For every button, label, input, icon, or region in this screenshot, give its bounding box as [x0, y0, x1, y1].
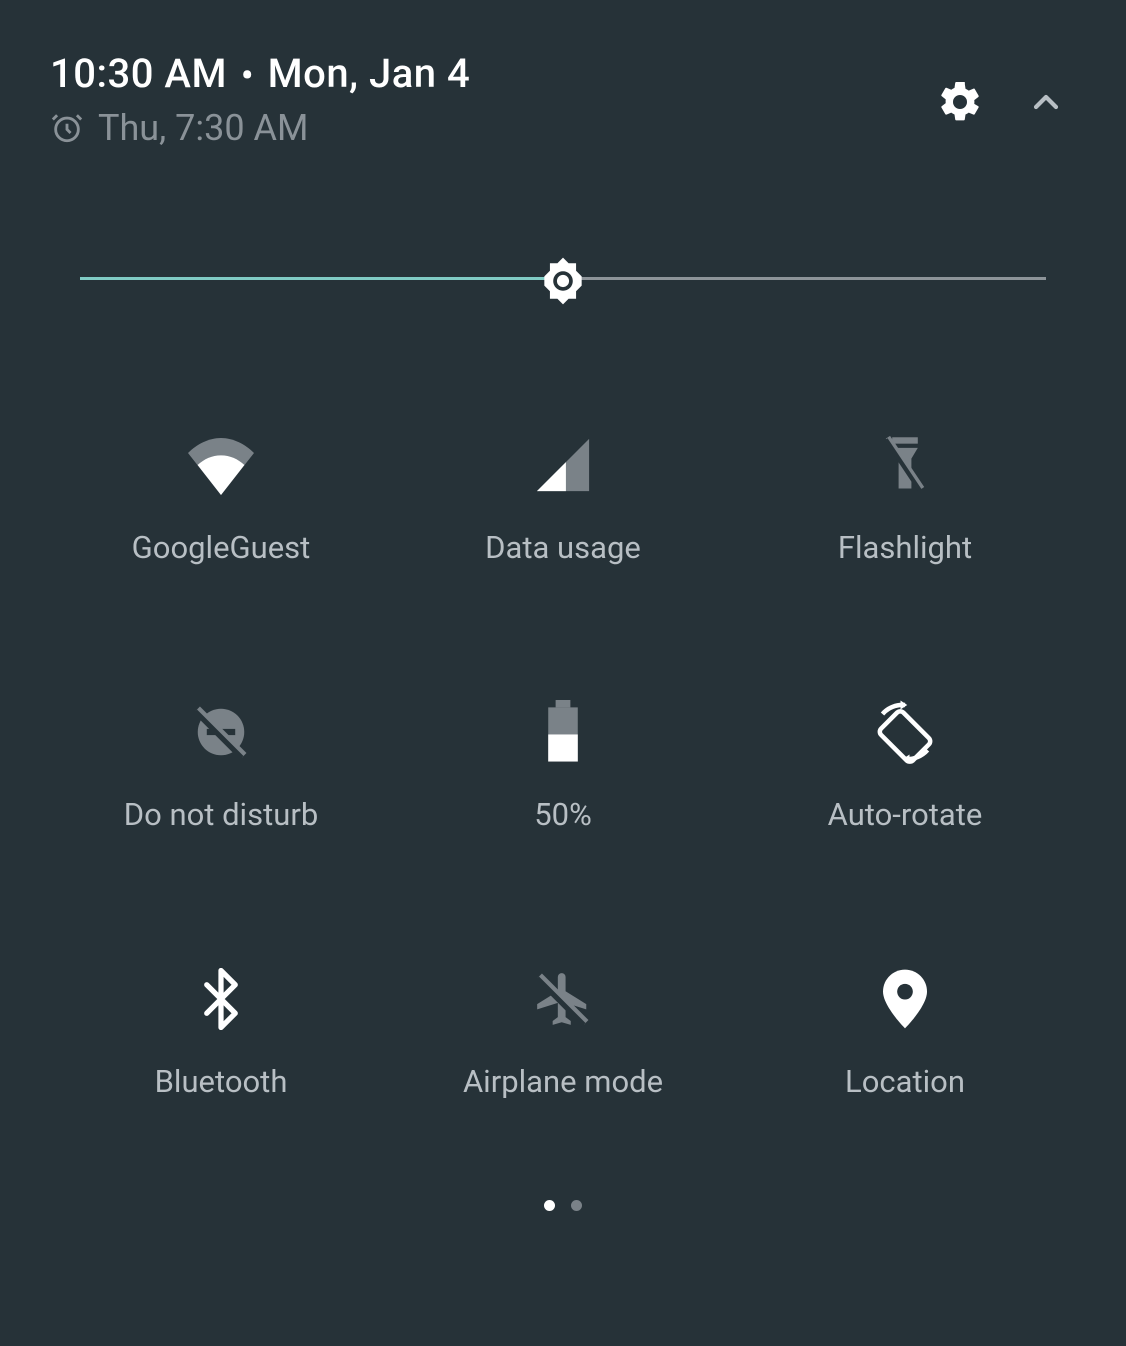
tile-location-label: Location [845, 1063, 965, 1100]
battery-icon [527, 696, 599, 768]
tile-data-usage-label: Data usage [485, 529, 641, 566]
signal-icon [527, 429, 599, 501]
gear-icon [936, 78, 984, 126]
tile-data-usage[interactable]: Data usage [392, 429, 734, 566]
qs-header: 10:30 AM • Mon, Jan 4 Thu, 7:30 AM [50, 50, 1076, 149]
tile-location[interactable]: Location [734, 963, 1076, 1100]
chevron-up-icon [1026, 82, 1066, 122]
tile-auto-rotate[interactable]: Auto-rotate [734, 696, 1076, 833]
flashlight-off-icon [869, 429, 941, 501]
tile-flashlight-label: Flashlight [838, 529, 972, 566]
tile-auto-rotate-label: Auto-rotate [828, 796, 983, 833]
tile-battery-label: 50% [534, 796, 592, 833]
next-alarm[interactable]: Thu, 7:30 AM [50, 107, 470, 149]
dnd-off-icon [185, 696, 257, 768]
header-actions [894, 78, 1066, 126]
tiles-grid: GoogleGuest Data usage Flashlight [50, 429, 1076, 1100]
tile-flashlight[interactable]: Flashlight [734, 429, 1076, 566]
quick-settings-panel: 10:30 AM • Mon, Jan 4 Thu, 7:30 AM [0, 0, 1126, 1346]
settings-button[interactable] [936, 78, 984, 126]
tile-dnd[interactable]: Do not disturb [50, 696, 392, 833]
tile-battery[interactable]: 50% [392, 696, 734, 833]
location-icon [869, 963, 941, 1035]
next-alarm-label: Thu, 7:30 AM [98, 107, 308, 149]
tile-bluetooth[interactable]: Bluetooth [50, 963, 392, 1100]
airplane-off-icon [527, 963, 599, 1035]
tile-airplane-label: Airplane mode [463, 1063, 663, 1100]
time-date-row[interactable]: 10:30 AM • Mon, Jan 4 [50, 50, 470, 97]
date-label: Mon, Jan 4 [268, 50, 471, 97]
bluetooth-icon [185, 963, 257, 1035]
tile-wifi[interactable]: GoogleGuest [50, 429, 392, 566]
dot-separator: • [241, 56, 254, 96]
clock-time: 10:30 AM [50, 50, 227, 97]
tile-wifi-label: GoogleGuest [132, 529, 311, 566]
brightness-slider[interactable] [50, 249, 1076, 309]
page-dot-1 [544, 1200, 555, 1211]
tile-airplane[interactable]: Airplane mode [392, 963, 734, 1100]
page-dot-2 [571, 1200, 582, 1211]
brightness-thumb[interactable] [535, 253, 591, 309]
wifi-icon [185, 429, 257, 501]
tile-bluetooth-label: Bluetooth [155, 1063, 288, 1100]
page-indicator[interactable] [50, 1200, 1076, 1211]
collapse-button[interactable] [1026, 82, 1066, 122]
brightness-icon [535, 253, 591, 309]
time-date-block: 10:30 AM • Mon, Jan 4 Thu, 7:30 AM [50, 50, 470, 149]
auto-rotate-icon [869, 696, 941, 768]
alarm-icon [50, 111, 84, 145]
tile-dnd-label: Do not disturb [124, 796, 319, 833]
brightness-track-fill [80, 277, 563, 280]
